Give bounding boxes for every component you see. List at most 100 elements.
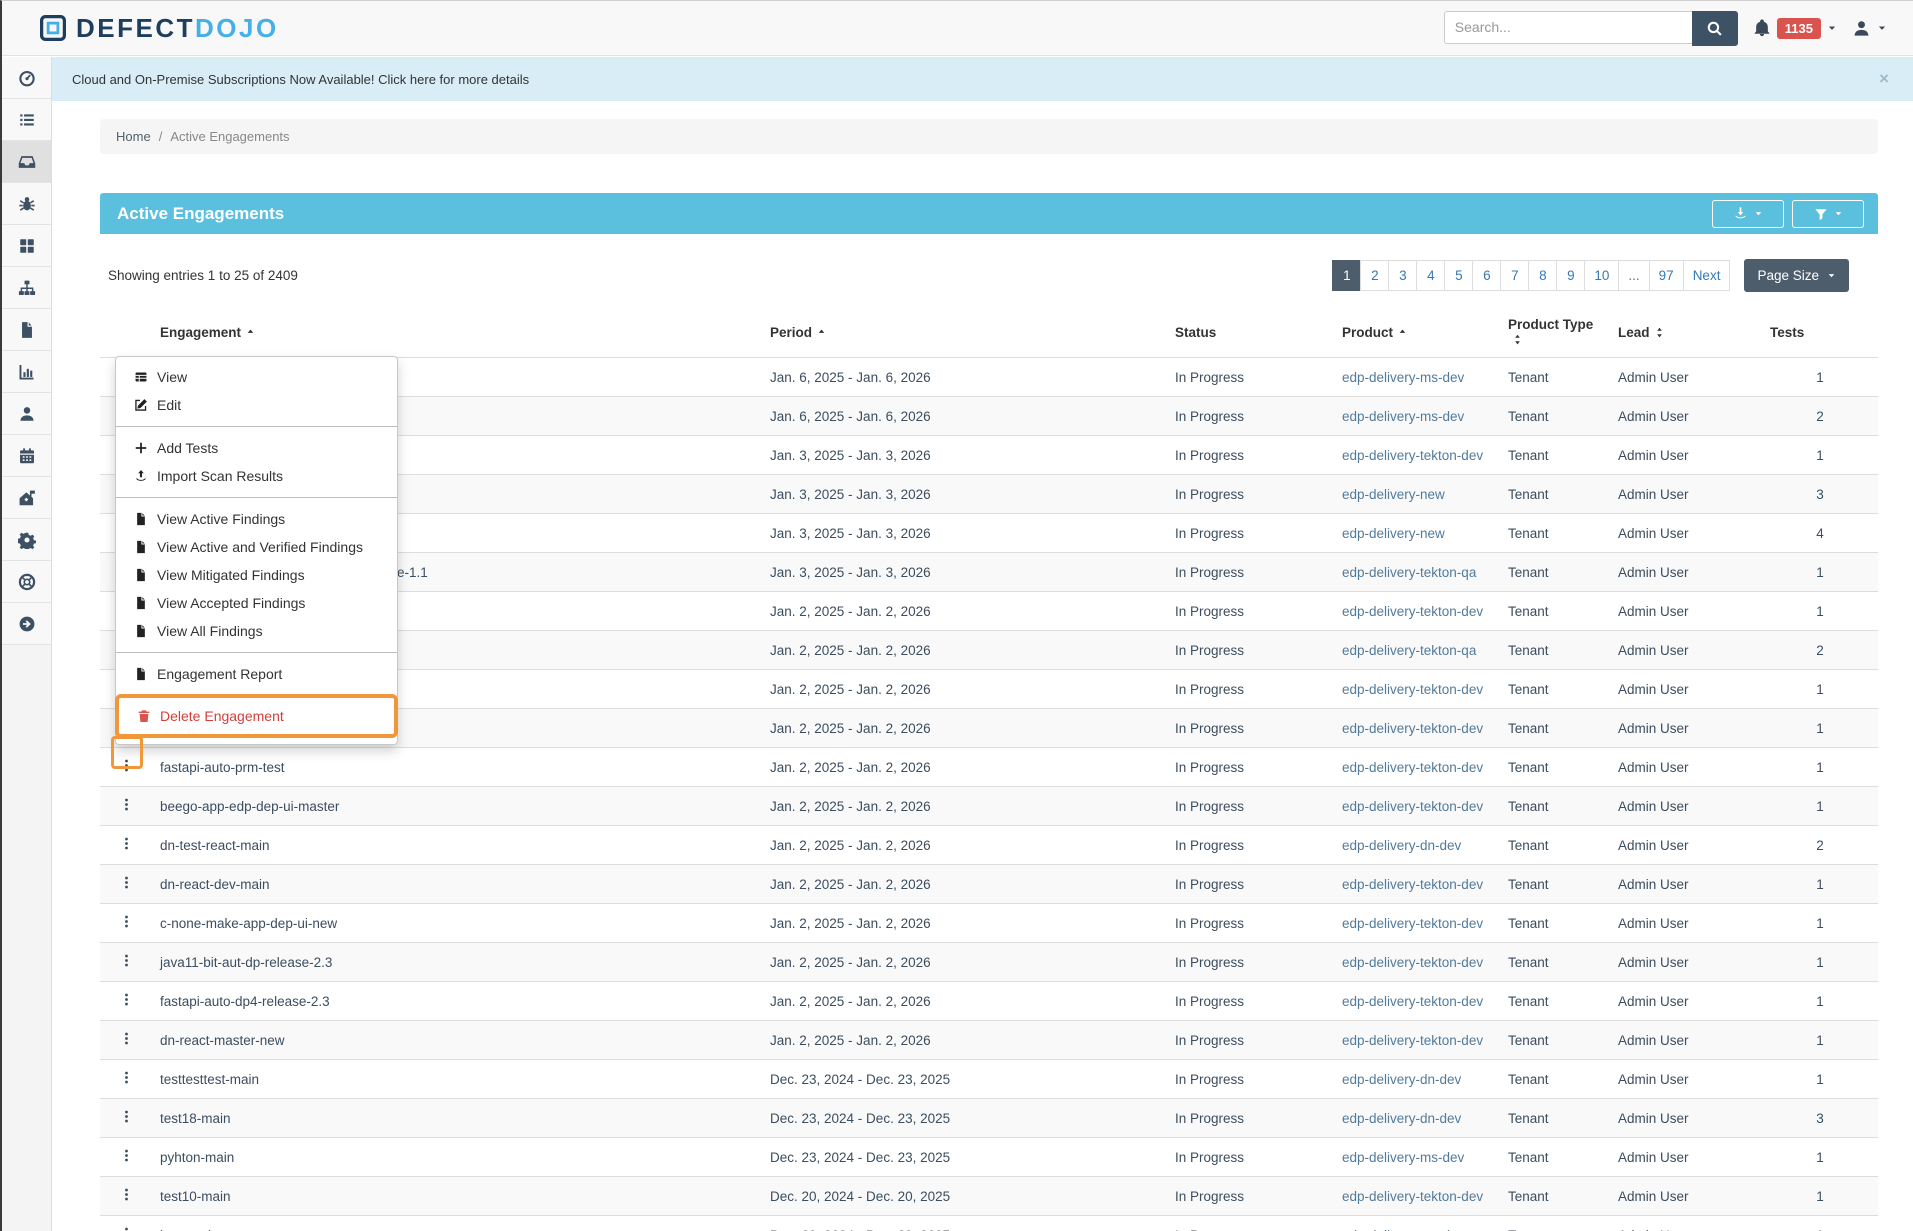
cell-engagement[interactable]: jtest-main — [152, 1216, 762, 1231]
sidebar-item-engagements[interactable] — [2, 141, 51, 183]
cell-engagement[interactable]: java11-bit-aut-dp-release-2.3 — [152, 943, 762, 982]
product-link[interactable]: edp-delivery-dn-dev — [1342, 1111, 1461, 1126]
product-link[interactable]: edp-delivery-new — [1342, 526, 1445, 541]
menu-item-engagement-report[interactable]: Engagement Report — [116, 660, 397, 688]
sidebar-item-users[interactable] — [2, 393, 51, 435]
page-7[interactable]: 7 — [1500, 260, 1529, 291]
page-97[interactable]: 97 — [1649, 260, 1684, 291]
row-actions-kebab-button[interactable] — [119, 1031, 134, 1046]
menu-item-view[interactable]: View — [116, 363, 397, 391]
sidebar-item-support[interactable] — [2, 561, 51, 603]
cell-engagement[interactable]: c-none-make-app-dep-ui-new — [152, 904, 762, 943]
product-link[interactable]: edp-delivery-dn-dev — [1342, 1072, 1461, 1087]
col-header-engagement[interactable]: Engagement — [152, 308, 762, 358]
col-header-lead[interactable]: Lead — [1610, 308, 1762, 358]
page-5[interactable]: 5 — [1444, 260, 1473, 291]
sidebar-item-dashboard[interactable] — [2, 57, 51, 99]
page-2[interactable]: 2 — [1360, 260, 1389, 291]
product-link[interactable]: edp-delivery-tekton-dev — [1342, 994, 1483, 1009]
row-actions-kebab-button[interactable] — [119, 836, 134, 851]
product-link[interactable]: edp-delivery-ms-dev — [1342, 370, 1464, 385]
row-actions-kebab-button[interactable] — [119, 758, 134, 773]
col-header-tests[interactable]: Tests — [1762, 308, 1878, 358]
page-10[interactable]: 10 — [1584, 260, 1619, 291]
page-8[interactable]: 8 — [1528, 260, 1557, 291]
menu-item-view-all-findings[interactable]: View All Findings — [116, 617, 397, 645]
page-1[interactable]: 1 — [1332, 260, 1361, 291]
product-link[interactable]: edp-delivery-tekton-qa — [1342, 565, 1476, 580]
product-link[interactable]: edp-delivery-ms-dev — [1342, 409, 1464, 424]
page-size-button[interactable]: Page Size — [1744, 259, 1849, 292]
product-link[interactable]: edp-delivery-tekton-dev — [1342, 721, 1483, 736]
col-header-product[interactable]: Product — [1334, 308, 1500, 358]
menu-item-view-active-and-verified-findings[interactable]: View Active and Verified Findings — [116, 533, 397, 561]
user-menu[interactable] — [1852, 19, 1887, 38]
page-3[interactable]: 3 — [1388, 260, 1417, 291]
row-actions-kebab-button[interactable] — [119, 797, 134, 812]
product-link[interactable]: edp-delivery-tekton-dev — [1342, 877, 1483, 892]
product-link[interactable]: edp-delivery-dn-dev — [1342, 838, 1461, 853]
row-actions-kebab-button[interactable] — [119, 914, 134, 929]
product-link[interactable]: edp-delivery-tekton-dev — [1342, 682, 1483, 697]
cell-engagement[interactable]: fastapi-auto-prm-test — [152, 748, 762, 787]
cell-engagement[interactable]: dn-react-dev-main — [152, 865, 762, 904]
product-link[interactable]: edp-delivery-tekton-dev — [1342, 1033, 1483, 1048]
sidebar-item-calendar[interactable] — [2, 435, 51, 477]
product-link[interactable]: edp-delivery-ms-dev — [1342, 1228, 1464, 1231]
export-button[interactable] — [1712, 200, 1784, 228]
col-header-status[interactable]: Status — [1167, 308, 1334, 358]
row-actions-kebab-button[interactable] — [119, 992, 134, 1007]
menu-item-delete-engagement[interactable]: Delete Engagement — [119, 702, 394, 730]
product-link[interactable]: edp-delivery-tekton-dev — [1342, 1189, 1483, 1204]
product-link[interactable]: edp-delivery-new — [1342, 487, 1445, 502]
cell-engagement[interactable]: test10-main — [152, 1177, 762, 1216]
row-actions-kebab-button[interactable] — [119, 875, 134, 890]
cell-engagement[interactable]: test18-main — [152, 1099, 762, 1138]
product-link[interactable]: edp-delivery-tekton-dev — [1342, 760, 1483, 775]
product-link[interactable]: edp-delivery-tekton-dev — [1342, 955, 1483, 970]
banner-close-icon[interactable]: × — [1879, 69, 1893, 89]
product-link[interactable]: edp-delivery-tekton-dev — [1342, 448, 1483, 463]
sidebar-item-list[interactable] — [2, 99, 51, 141]
page-next[interactable]: Next — [1683, 260, 1731, 291]
cell-engagement[interactable]: testtesttest-main — [152, 1060, 762, 1099]
page-4[interactable]: 4 — [1416, 260, 1445, 291]
filter-button[interactable] — [1792, 200, 1864, 228]
product-link[interactable]: edp-delivery-tekton-dev — [1342, 604, 1483, 619]
sidebar-item-metrics[interactable] — [2, 351, 51, 393]
product-link[interactable]: edp-delivery-tekton-dev — [1342, 799, 1483, 814]
announcement-text[interactable]: Cloud and On-Premise Subscriptions Now A… — [72, 72, 529, 87]
col-header-product-type[interactable]: Product Type — [1500, 308, 1610, 358]
menu-item-add-tests[interactable]: Add Tests — [116, 434, 397, 462]
row-actions-kebab-button[interactable] — [119, 1148, 134, 1163]
page-6[interactable]: 6 — [1472, 260, 1501, 291]
col-header-period[interactable]: Period — [762, 308, 1167, 358]
sidebar-item-endpoints[interactable] — [2, 267, 51, 309]
sidebar-item-logout[interactable] — [2, 603, 51, 645]
sidebar-item-reports[interactable] — [2, 309, 51, 351]
menu-item-edit[interactable]: Edit — [116, 391, 397, 419]
search-input[interactable] — [1444, 11, 1692, 44]
notifications-menu[interactable]: 1135 — [1753, 18, 1837, 39]
cell-engagement[interactable]: pyhton-main — [152, 1138, 762, 1177]
menu-item-view-active-findings[interactable]: View Active Findings — [116, 505, 397, 533]
cell-engagement[interactable]: beego-app-edp-dep-ui-master — [152, 787, 762, 826]
cell-engagement[interactable]: fastapi-auto-dp4-release-2.3 — [152, 982, 762, 1021]
search-button[interactable] — [1692, 11, 1738, 46]
page-9[interactable]: 9 — [1556, 260, 1585, 291]
product-link[interactable]: edp-delivery-tekton-dev — [1342, 916, 1483, 931]
defectdojo-logo[interactable]: DEFECTDOJO — [40, 13, 279, 44]
sidebar-item-components[interactable] — [2, 225, 51, 267]
row-actions-kebab-button[interactable] — [119, 1226, 134, 1231]
cell-engagement[interactable]: dn-react-master-new — [152, 1021, 762, 1060]
cell-engagement[interactable]: dn-test-react-main — [152, 826, 762, 865]
product-link[interactable]: edp-delivery-tekton-qa — [1342, 643, 1476, 658]
sidebar-item-findings[interactable] — [2, 183, 51, 225]
row-actions-kebab-button[interactable] — [119, 1070, 134, 1085]
product-link[interactable]: edp-delivery-ms-dev — [1342, 1150, 1464, 1165]
menu-item-view-mitigated-findings[interactable]: View Mitigated Findings — [116, 561, 397, 589]
menu-item-import-scan-results[interactable]: Import Scan Results — [116, 462, 397, 490]
sidebar-item-configuration[interactable] — [2, 519, 51, 561]
row-actions-kebab-button[interactable] — [119, 1187, 134, 1202]
breadcrumb-home-link[interactable]: Home — [116, 129, 151, 144]
